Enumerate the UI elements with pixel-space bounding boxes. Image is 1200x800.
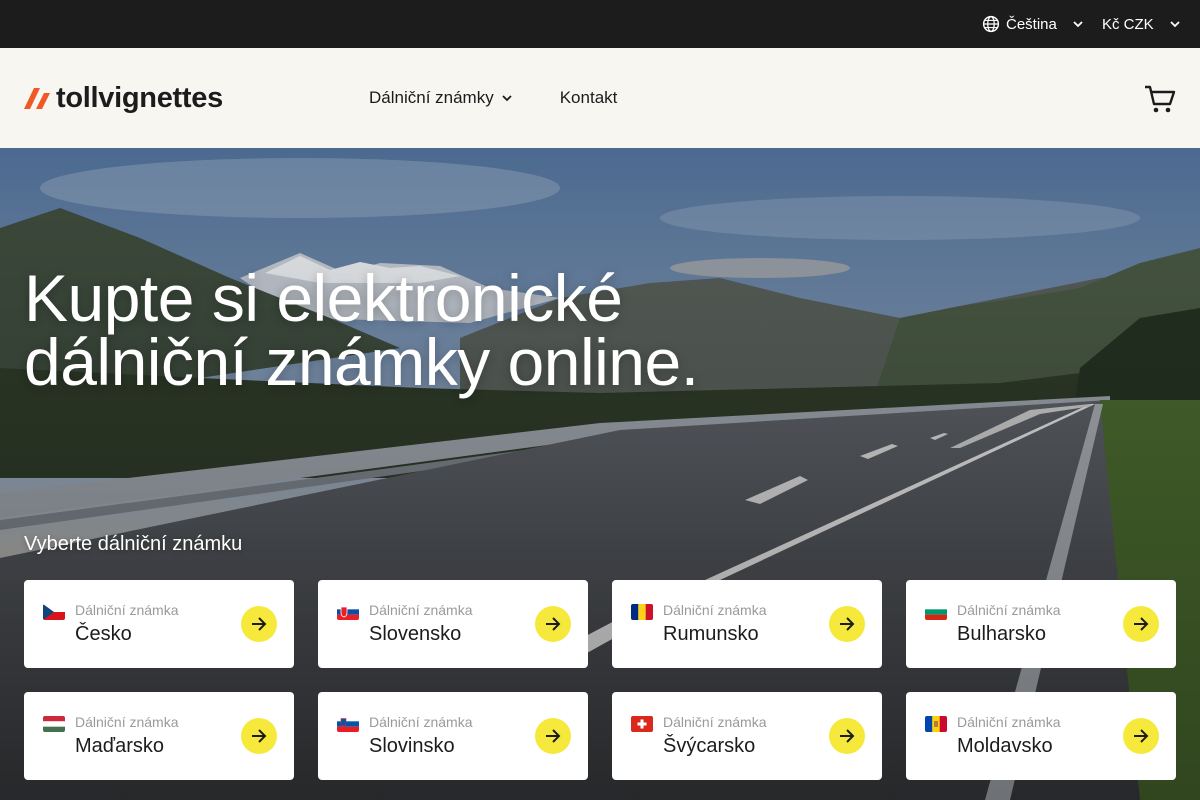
chevron-down-icon — [1073, 20, 1083, 27]
vignette-card-slovenia[interactable]: Dálniční známka Slovinsko — [318, 692, 588, 780]
arrow-right-icon[interactable] — [535, 606, 571, 642]
currency-label: Kč CZK — [1102, 15, 1154, 33]
nav-vignettes-dropdown[interactable]: Dálniční známky — [369, 88, 512, 108]
arrow-right-icon[interactable] — [1123, 606, 1159, 642]
czech-flag-icon — [43, 604, 65, 620]
cart-icon[interactable] — [1144, 84, 1176, 114]
card-category: Dálniční známka — [663, 714, 767, 730]
hero-title: Kupte si elektronické dálniční známky on… — [24, 261, 699, 399]
vignette-card-slovakia[interactable]: Dálniční známka Slovensko — [318, 580, 588, 668]
nav-vignettes-label: Dálniční známky — [369, 88, 494, 107]
slovak-flag-icon — [337, 604, 359, 620]
arrow-right-icon[interactable] — [829, 718, 865, 754]
vignette-card-switzerland[interactable]: Dálniční známka Švýcarsko — [612, 692, 882, 780]
currency-selector[interactable]: Kč CZK — [1102, 0, 1180, 48]
card-country: Slovinsko — [369, 735, 455, 757]
card-country: Moldavsko — [957, 735, 1053, 757]
card-category: Dálniční známka — [369, 602, 473, 618]
bulgarian-flag-icon — [925, 604, 947, 620]
main-nav: Dálniční známky Kontakt — [369, 48, 617, 148]
vignette-card-moldova[interactable]: Dálniční známka Moldavsko — [906, 692, 1176, 780]
hero-subtitle: Vyberte dálniční známku — [24, 533, 243, 555]
vignette-card-hungary[interactable]: Dálniční známka Maďarsko — [24, 692, 294, 780]
card-category: Dálniční známka — [663, 602, 767, 618]
top-utility-bar: Čeština Kč CZK — [0, 0, 1200, 48]
language-selector[interactable]: Čeština — [982, 0, 1083, 48]
vignette-card-romania[interactable]: Dálniční známka Rumunsko — [612, 580, 882, 668]
chevron-down-icon — [502, 94, 512, 101]
card-category: Dálniční známka — [369, 714, 473, 730]
logo-mark-icon — [24, 88, 50, 109]
logo-text: tollvignettes — [56, 81, 223, 114]
arrow-right-icon[interactable] — [1123, 718, 1159, 754]
moldovan-flag-icon — [925, 716, 947, 732]
card-category: Dálniční známka — [75, 602, 179, 618]
vignette-card-bulgaria[interactable]: Dálniční známka Bulharsko — [906, 580, 1176, 668]
slovenian-flag-icon — [337, 716, 359, 732]
arrow-right-icon[interactable] — [535, 718, 571, 754]
vignette-cards: Dálniční známka Česko Dálniční známka Sl… — [24, 580, 1176, 780]
language-label: Čeština — [1006, 15, 1057, 33]
nav-contact[interactable]: Kontakt — [560, 88, 618, 108]
nav-contact-label: Kontakt — [559, 88, 618, 107]
globe-icon — [982, 15, 1000, 33]
logo[interactable]: tollvignettes — [24, 78, 223, 118]
card-country: Švýcarsko — [663, 735, 756, 757]
hero-section: Kupte si elektronické dálniční známky on… — [0, 148, 1200, 800]
card-category: Dálniční známka — [75, 714, 179, 730]
chevron-down-icon — [1170, 20, 1180, 27]
card-category: Dálniční známka — [957, 714, 1061, 730]
card-country: Slovensko — [369, 623, 462, 645]
vignette-card-czechia[interactable]: Dálniční známka Česko — [24, 580, 294, 668]
card-country: Česko — [75, 623, 132, 645]
card-country: Maďarsko — [75, 735, 164, 757]
arrow-right-icon[interactable] — [241, 606, 277, 642]
card-country: Rumunsko — [663, 623, 759, 645]
swiss-flag-icon — [631, 716, 653, 732]
card-category: Dálniční známka — [957, 602, 1061, 618]
arrow-right-icon[interactable] — [241, 718, 277, 754]
romanian-flag-icon — [631, 604, 653, 620]
main-header: tollvignettes Dálniční známky Kontakt — [0, 48, 1200, 148]
hungarian-flag-icon — [43, 716, 65, 732]
arrow-right-icon[interactable] — [829, 606, 865, 642]
card-country: Bulharsko — [957, 623, 1046, 645]
